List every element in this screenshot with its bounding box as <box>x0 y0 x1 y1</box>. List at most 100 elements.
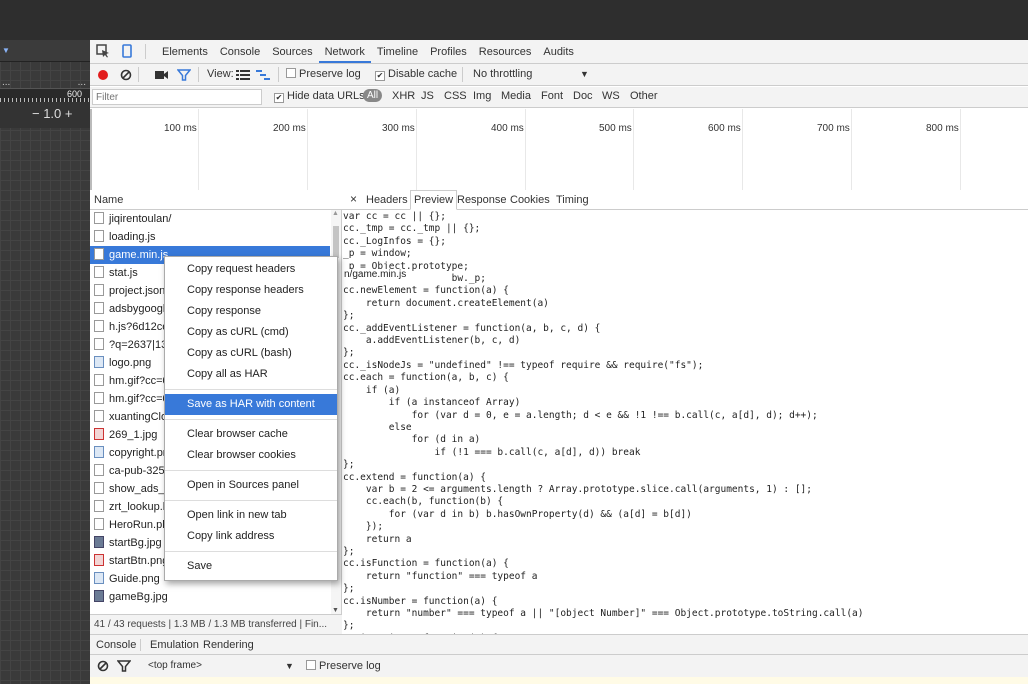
console-toolbar: <top frame> ▼ Preserve log <box>90 655 1028 677</box>
request-name: jiqirentoulan/ <box>109 213 172 225</box>
menu-item-copy-request-headers[interactable]: Copy request headers <box>165 259 337 280</box>
dropdown-arrow-icon[interactable]: ▼ <box>2 46 10 55</box>
console-prompt[interactable] <box>90 677 1028 684</box>
menu-item-clear-browser-cache[interactable]: Clear browser cache <box>165 424 337 445</box>
tab-headers[interactable]: Headers <box>366 194 408 206</box>
image-file-icon <box>94 554 104 566</box>
filter-all-button[interactable]: All <box>363 89 383 102</box>
tab-profiles[interactable]: Profiles <box>424 45 473 63</box>
disable-cache-checkbox[interactable]: ✔ Disable cache <box>375 68 457 81</box>
throttling-dropdown-icon[interactable]: ▼ <box>580 69 589 79</box>
devtools-tabbar: Elements Console Sources Network Timelin… <box>90 40 1028 64</box>
frame-select[interactable]: <top frame> <box>148 660 202 671</box>
context-menu: Copy request headers Copy response header… <box>164 256 338 581</box>
filter-font[interactable]: Font <box>541 90 563 102</box>
menu-item-save[interactable]: Save <box>165 556 337 577</box>
more-icon[interactable]: ... <box>2 77 10 88</box>
tab-preview[interactable]: Preview <box>410 190 458 210</box>
name-column-header[interactable]: Name <box>90 190 342 210</box>
response-preview-code[interactable]: var cc = cc || {}; cc._tmp = cc._tmp || {… <box>342 211 1028 634</box>
filter-ws[interactable]: WS <box>602 90 620 102</box>
filter-input[interactable] <box>92 89 262 105</box>
tab-console-drawer[interactable]: Console <box>96 639 142 651</box>
timeline-label: 400 ms <box>491 123 524 134</box>
inspect-element-icon[interactable] <box>96 44 110 58</box>
request-detail-pane: × Headers Preview Response Cookies Timin… <box>342 190 1028 634</box>
detail-tabs: × Headers Preview Response Cookies Timin… <box>342 190 1028 210</box>
menu-item-copy-as-curl-bash[interactable]: Copy as cURL (bash) <box>165 343 337 364</box>
tab-network[interactable]: Network <box>318 45 371 63</box>
filter-media[interactable]: Media <box>501 90 531 102</box>
large-rows-icon[interactable] <box>236 69 250 81</box>
table-row[interactable]: loading.js <box>90 228 330 246</box>
menu-item-clear-browser-cookies[interactable]: Clear browser cookies <box>165 445 337 466</box>
menu-separator <box>165 470 337 471</box>
tab-timing[interactable]: Timing <box>556 194 589 206</box>
menu-item-copy-response[interactable]: Copy response <box>165 301 337 322</box>
file-icon <box>94 230 104 242</box>
filter-other[interactable]: Other <box>630 90 658 102</box>
file-icon <box>94 410 104 422</box>
menu-item-copy-as-curl-cmd[interactable]: Copy as cURL (cmd) <box>165 322 337 343</box>
network-toolbar: View: Preserve log ✔ Disable cache No thr… <box>90 64 1028 86</box>
request-name: Guide.png <box>109 573 160 585</box>
tab-rendering[interactable]: Rendering <box>203 639 254 651</box>
frame-dropdown-icon[interactable]: ▼ <box>285 661 294 671</box>
ruler: 600 <box>0 88 90 102</box>
filter-icon[interactable] <box>177 68 191 82</box>
menu-item-copy-all-as-har[interactable]: Copy all as HAR <box>165 364 337 385</box>
tab-emulation[interactable]: Emulation <box>150 639 199 651</box>
timeline-label: 300 ms <box>382 123 415 134</box>
scroll-up-icon[interactable]: ▲ <box>332 210 339 217</box>
code-line: }; <box>343 347 355 359</box>
screenshot-camera-icon[interactable] <box>155 69 168 81</box>
tab-timeline[interactable]: Timeline <box>371 45 424 63</box>
hide-data-urls-checkbox[interactable]: ✔ Hide data URLs <box>274 90 365 103</box>
tab-resources[interactable]: Resources <box>473 45 538 63</box>
preserve-log-checkbox[interactable]: Preserve log <box>286 68 361 80</box>
record-icon[interactable] <box>98 70 108 80</box>
scroll-down-icon[interactable]: ▼ <box>332 607 339 614</box>
menu-separator <box>165 500 337 501</box>
code-line: a.addEventListener(b, c, d) <box>343 335 521 347</box>
menu-item-open-in-sources-panel[interactable]: Open in Sources panel <box>165 475 337 496</box>
console-filter-icon[interactable] <box>117 659 131 673</box>
menu-item-save-as-har-with-content[interactable]: Save as HAR with content <box>165 394 337 415</box>
table-row[interactable]: jiqirentoulan/ <box>90 210 330 228</box>
device-mode-icon[interactable] <box>120 44 134 58</box>
request-name: hm.gif?cc=0 <box>109 393 169 405</box>
close-icon[interactable]: × <box>350 192 357 206</box>
menu-item-copy-link-address[interactable]: Copy link address <box>165 526 337 547</box>
clear-console-icon[interactable] <box>97 660 109 672</box>
menu-item-open-link-in-new-tab[interactable]: Open link in new tab <box>165 505 337 526</box>
tab-console[interactable]: Console <box>214 45 266 63</box>
tab-elements[interactable]: Elements <box>156 45 214 63</box>
tab-response[interactable]: Response <box>457 194 507 206</box>
filter-xhr[interactable]: XHR <box>392 90 415 102</box>
throttling-select[interactable]: No throttling <box>473 68 532 80</box>
filter-js[interactable]: JS <box>421 90 434 102</box>
code-line: for (var d in b) b.hasOwnProperty(d) && … <box>343 508 692 520</box>
console-preserve-log-checkbox[interactable]: Preserve log <box>306 660 381 672</box>
file-icon <box>94 338 104 350</box>
filter-css[interactable]: CSS <box>444 90 467 102</box>
overview-icon[interactable] <box>256 69 270 81</box>
timeline-label: 600 ms <box>708 123 741 134</box>
table-row[interactable]: gameBg.jpg <box>90 588 330 606</box>
tab-sources[interactable]: Sources <box>266 45 318 63</box>
filter-img[interactable]: Img <box>473 90 491 102</box>
request-name: HeroRun.pli <box>109 519 168 531</box>
file-icon <box>94 374 104 386</box>
image-file-icon <box>94 428 104 440</box>
filter-doc[interactable]: Doc <box>573 90 593 102</box>
scrollbar-thumb[interactable] <box>333 226 339 258</box>
device-selector[interactable]: ▼ <box>0 40 90 62</box>
more-icon[interactable]: ... <box>78 77 86 88</box>
tab-cookies[interactable]: Cookies <box>510 194 550 206</box>
menu-item-copy-response-headers[interactable]: Copy response headers <box>165 280 337 301</box>
file-icon <box>94 392 104 404</box>
clear-icon[interactable] <box>120 69 132 81</box>
code-line: }; <box>343 459 355 471</box>
tab-audits[interactable]: Audits <box>537 45 580 63</box>
zoom-control[interactable]: − 1.0 + <box>0 102 90 128</box>
